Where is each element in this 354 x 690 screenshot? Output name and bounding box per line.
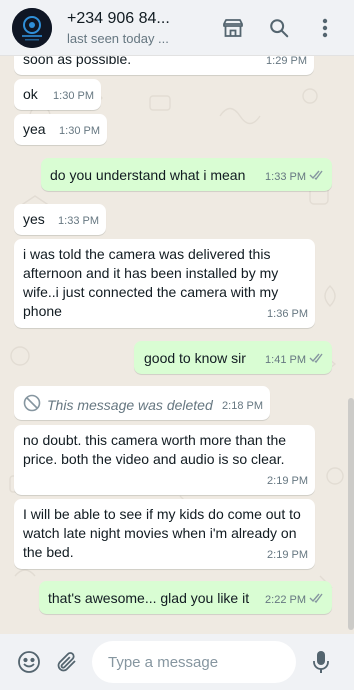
chat-scrollbar[interactable] [348,398,354,630]
message-bubble-outgoing[interactable]: do you understand what i mean 1:33 PM [41,158,332,191]
message-time: 1:41 PM [265,354,306,366]
message-text: This message was deleted [47,397,213,413]
message-time: 1:33 PM [58,215,99,227]
message-time: 2:19 PM [267,549,308,561]
more-vertical-icon[interactable] [302,8,348,48]
message-time: 2:19 PM [267,475,308,487]
avatar-logo-icon [12,7,52,48]
message-text: i was told the camera was delivered this… [23,246,279,319]
message-text: I will be able to see if my kids do come… [23,506,301,560]
message-input[interactable] [108,653,296,671]
attach-icon[interactable] [48,642,86,682]
store-icon[interactable] [210,8,256,48]
message-input-wrapper [92,641,296,683]
message-bubble-incoming[interactable]: no doubt. this camera worth more than th… [14,425,315,495]
message-bubble-incoming[interactable]: i was told the camera was delivered this… [14,239,315,328]
message-bubble-incoming[interactable]: I will be able to see if my kids do come… [14,499,315,569]
microphone-icon[interactable] [302,642,340,682]
contact-status: last seen today ... [67,30,169,46]
chat-header: +234 906 84... last seen today ... [0,0,354,56]
contact-info[interactable]: +234 906 84... last seen today ... [67,10,210,46]
deleted-message-icon [23,394,41,417]
message-time: 1:36 PM [267,308,308,320]
contact-name: +234 906 84... [67,9,170,27]
message-time: 1:33 PM [265,171,306,183]
message-bubble-incoming[interactable]: ok 1:30 PM [14,79,101,110]
message-bubble-outgoing[interactable]: that's awesome... glad you like it 2:22 … [39,581,332,614]
message-text: soon as possible. [23,56,132,67]
chat-area[interactable]: soon as possible. 1:29 PM ok 1:30 PM yea… [0,56,354,634]
contact-avatar[interactable] [12,7,52,48]
message-time: 1:30 PM [53,90,94,102]
read-receipt-icon [309,168,325,187]
message-time: 1:29 PM [266,56,307,67]
message-time: 1:30 PM [59,125,100,137]
message-text: no doubt. this camera worth more than th… [23,432,287,467]
message-composer-bar [0,634,354,690]
message-bubble-incoming[interactable]: This message was deleted 2:18 PM [14,386,270,420]
message-time: 2:18 PM [222,400,263,412]
message-bubble-incoming[interactable]: yes 1:33 PM [14,204,106,235]
emoji-icon[interactable] [10,642,48,682]
search-icon[interactable] [256,8,302,48]
read-receipt-icon [309,351,325,370]
message-bubble-incoming[interactable]: yea 1:30 PM [14,114,107,145]
message-bubble-outgoing[interactable]: good to know sir 1:41 PM [134,341,332,374]
read-receipt-icon [309,591,325,610]
message-bubble-incoming[interactable]: soon as possible. 1:29 PM [14,56,314,75]
message-time: 2:22 PM [265,594,306,606]
